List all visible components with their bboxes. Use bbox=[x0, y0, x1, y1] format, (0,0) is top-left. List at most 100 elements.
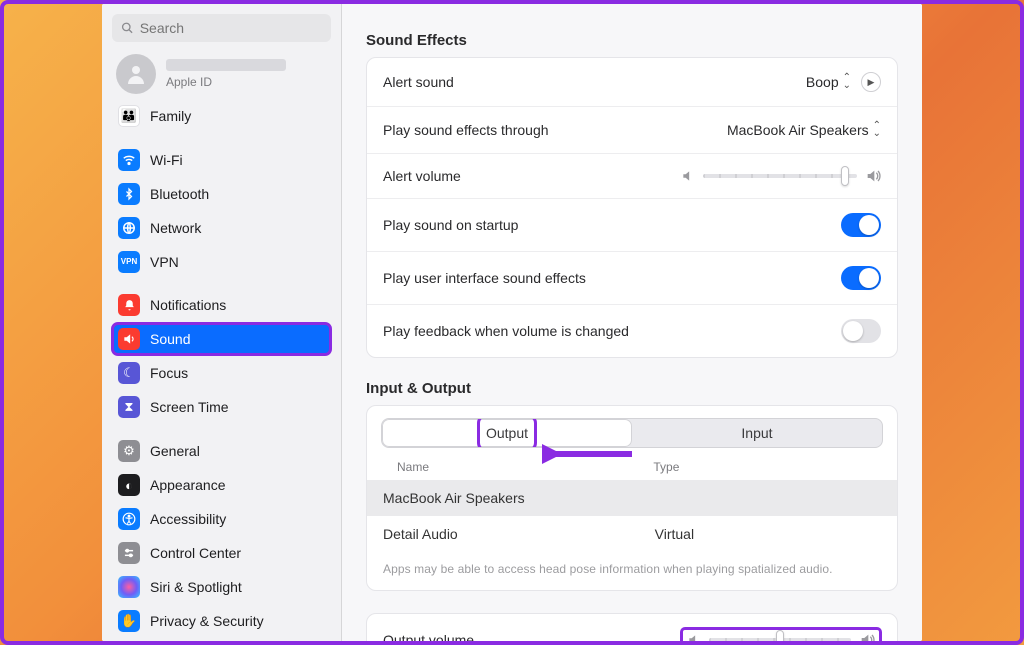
sidebar-item-sound[interactable]: Sound bbox=[112, 323, 331, 355]
sidebar-item-label: Wi-Fi bbox=[150, 152, 183, 168]
sidebar-item-label: Focus bbox=[150, 365, 188, 381]
sound-icon bbox=[118, 328, 140, 350]
wifi-icon bbox=[118, 149, 140, 171]
general-icon: ⚙ bbox=[118, 440, 140, 462]
sidebar-item-label: Control Center bbox=[150, 545, 241, 561]
output-device-row[interactable]: Detail Audio Virtual bbox=[367, 516, 897, 552]
screentime-icon: ⧗ bbox=[118, 396, 140, 418]
sidebar-item-label: Notifications bbox=[150, 297, 226, 313]
accessibility-icon bbox=[118, 508, 140, 530]
spatial-audio-note: Apps may be able to access head pose inf… bbox=[367, 552, 897, 590]
sidebar-item-label: Privacy & Security bbox=[150, 613, 264, 629]
sidebar-item-label: Screen Time bbox=[150, 399, 229, 415]
row-label: Play sound effects through bbox=[383, 122, 549, 138]
profile-name-redacted bbox=[166, 59, 286, 71]
avatar bbox=[116, 54, 156, 94]
sidebar-item-screentime[interactable]: ⧗ Screen Time bbox=[112, 391, 331, 423]
row-label: Output volume bbox=[383, 632, 474, 641]
apple-id-label: Apple ID bbox=[166, 75, 286, 89]
alert-sound-value: Boop bbox=[806, 74, 839, 90]
row-label: Alert volume bbox=[383, 168, 461, 184]
sidebar-item-label: Network bbox=[150, 220, 201, 236]
siri-icon bbox=[118, 576, 140, 598]
row-alert-sound: Alert sound Boop ⌃⌄ ▶ bbox=[367, 58, 897, 106]
tab-input[interactable]: Input bbox=[632, 419, 882, 447]
search-icon bbox=[121, 21, 134, 35]
row-label: Alert sound bbox=[383, 74, 454, 90]
content-pane: Sound Effects Alert sound Boop ⌃⌄ ▶ Play… bbox=[342, 4, 922, 641]
row-alert-volume: Alert volume bbox=[367, 153, 897, 198]
sidebar-item-label: Accessibility bbox=[150, 511, 226, 527]
input-output-card: Output Input Name Type MacBook Air Speak… bbox=[366, 405, 898, 591]
row-label: Play feedback when volume is changed bbox=[383, 323, 629, 339]
row-output-volume: Output volume bbox=[367, 614, 897, 641]
play-through-popup[interactable]: MacBook Air Speakers ⌃⌄ bbox=[727, 121, 881, 139]
device-type: Virtual bbox=[655, 526, 881, 542]
row-label: Play sound on startup bbox=[383, 217, 518, 233]
sidebar-item-siri[interactable]: Siri & Spotlight bbox=[112, 571, 331, 603]
sidebar-item-network[interactable]: Network bbox=[112, 212, 331, 244]
sidebar-item-family[interactable]: 👪 Family bbox=[112, 100, 331, 132]
network-icon bbox=[118, 217, 140, 239]
sidebar-item-label: Sound bbox=[150, 331, 190, 347]
ui-sounds-toggle[interactable] bbox=[841, 266, 881, 290]
sidebar-item-controlcenter[interactable]: Control Center bbox=[112, 537, 331, 569]
bluetooth-icon bbox=[118, 183, 140, 205]
speaker-low-icon bbox=[681, 169, 695, 183]
sidebar-item-notifications[interactable]: Notifications bbox=[112, 289, 331, 321]
section-input-output: Input & Output bbox=[366, 380, 898, 397]
sound-effects-card: Alert sound Boop ⌃⌄ ▶ Play sound effects… bbox=[366, 57, 898, 358]
speaker-low-icon bbox=[687, 633, 701, 641]
speaker-high-icon bbox=[865, 168, 881, 184]
sidebar-item-label: Appearance bbox=[150, 477, 226, 493]
device-name: Detail Audio bbox=[383, 526, 655, 542]
sidebar-item-vpn[interactable]: VPN VPN bbox=[112, 246, 331, 278]
sidebar-item-accessibility[interactable]: Accessibility bbox=[112, 503, 331, 535]
row-ui-sounds: Play user interface sound effects bbox=[367, 251, 897, 304]
sidebar-item-wifi[interactable]: Wi-Fi bbox=[112, 144, 331, 176]
search-input[interactable] bbox=[140, 20, 322, 36]
row-play-through: Play sound effects through MacBook Air S… bbox=[367, 106, 897, 153]
play-button[interactable]: ▶ bbox=[861, 72, 881, 92]
focus-icon: ☾ bbox=[118, 362, 140, 384]
sidebar-item-label: VPN bbox=[150, 254, 179, 270]
vpn-icon: VPN bbox=[118, 251, 140, 273]
family-icon: 👪 bbox=[118, 105, 140, 127]
privacy-icon: ✋ bbox=[118, 610, 140, 632]
sidebar-item-label: General bbox=[150, 443, 200, 459]
output-volume-slider[interactable] bbox=[681, 628, 881, 641]
sidebar-item-bluetooth[interactable]: Bluetooth bbox=[112, 178, 331, 210]
sidebar-item-privacy[interactable]: ✋ Privacy & Security bbox=[112, 605, 331, 637]
appearance-icon: ◐ bbox=[118, 474, 140, 496]
row-label: Play user interface sound effects bbox=[383, 270, 586, 286]
settings-window: Apple ID 👪 Family Wi-Fi Bluetooth Networ… bbox=[102, 4, 922, 641]
startup-sound-toggle[interactable] bbox=[841, 213, 881, 237]
sidebar-item-focus[interactable]: ☾ Focus bbox=[112, 357, 331, 389]
output-device-row[interactable]: MacBook Air Speakers bbox=[367, 480, 897, 516]
alert-volume-slider[interactable] bbox=[681, 168, 881, 184]
section-sound-effects: Sound Effects bbox=[366, 32, 898, 49]
sidebar-item-label: Siri & Spotlight bbox=[150, 579, 242, 595]
output-volume-card: Output volume bbox=[366, 613, 898, 641]
alert-sound-popup[interactable]: Boop ⌃⌄ bbox=[806, 73, 851, 91]
apple-id-row[interactable]: Apple ID bbox=[112, 42, 331, 98]
sidebar-item-label: Family bbox=[150, 108, 191, 124]
notifications-icon bbox=[118, 294, 140, 316]
sidebar-item-general[interactable]: ⚙ General bbox=[112, 435, 331, 467]
col-type: Type bbox=[653, 460, 867, 474]
sidebar: Apple ID 👪 Family Wi-Fi Bluetooth Networ… bbox=[102, 4, 342, 641]
volume-feedback-toggle[interactable] bbox=[841, 319, 881, 343]
play-through-value: MacBook Air Speakers bbox=[727, 122, 869, 138]
search-field[interactable] bbox=[112, 14, 331, 42]
speaker-high-icon bbox=[859, 632, 875, 641]
row-volume-feedback: Play feedback when volume is changed bbox=[367, 304, 897, 357]
sidebar-item-appearance[interactable]: ◐ Appearance bbox=[112, 469, 331, 501]
row-startup-sound: Play sound on startup bbox=[367, 198, 897, 251]
annotation-arrow-icon bbox=[542, 440, 637, 468]
device-type bbox=[655, 490, 881, 506]
tab-output-label: Output bbox=[480, 418, 534, 448]
chevron-updown-icon: ⌃⌄ bbox=[873, 121, 881, 139]
device-name: MacBook Air Speakers bbox=[383, 490, 655, 506]
chevron-updown-icon: ⌃⌄ bbox=[843, 73, 851, 91]
sidebar-item-label: Bluetooth bbox=[150, 186, 209, 202]
